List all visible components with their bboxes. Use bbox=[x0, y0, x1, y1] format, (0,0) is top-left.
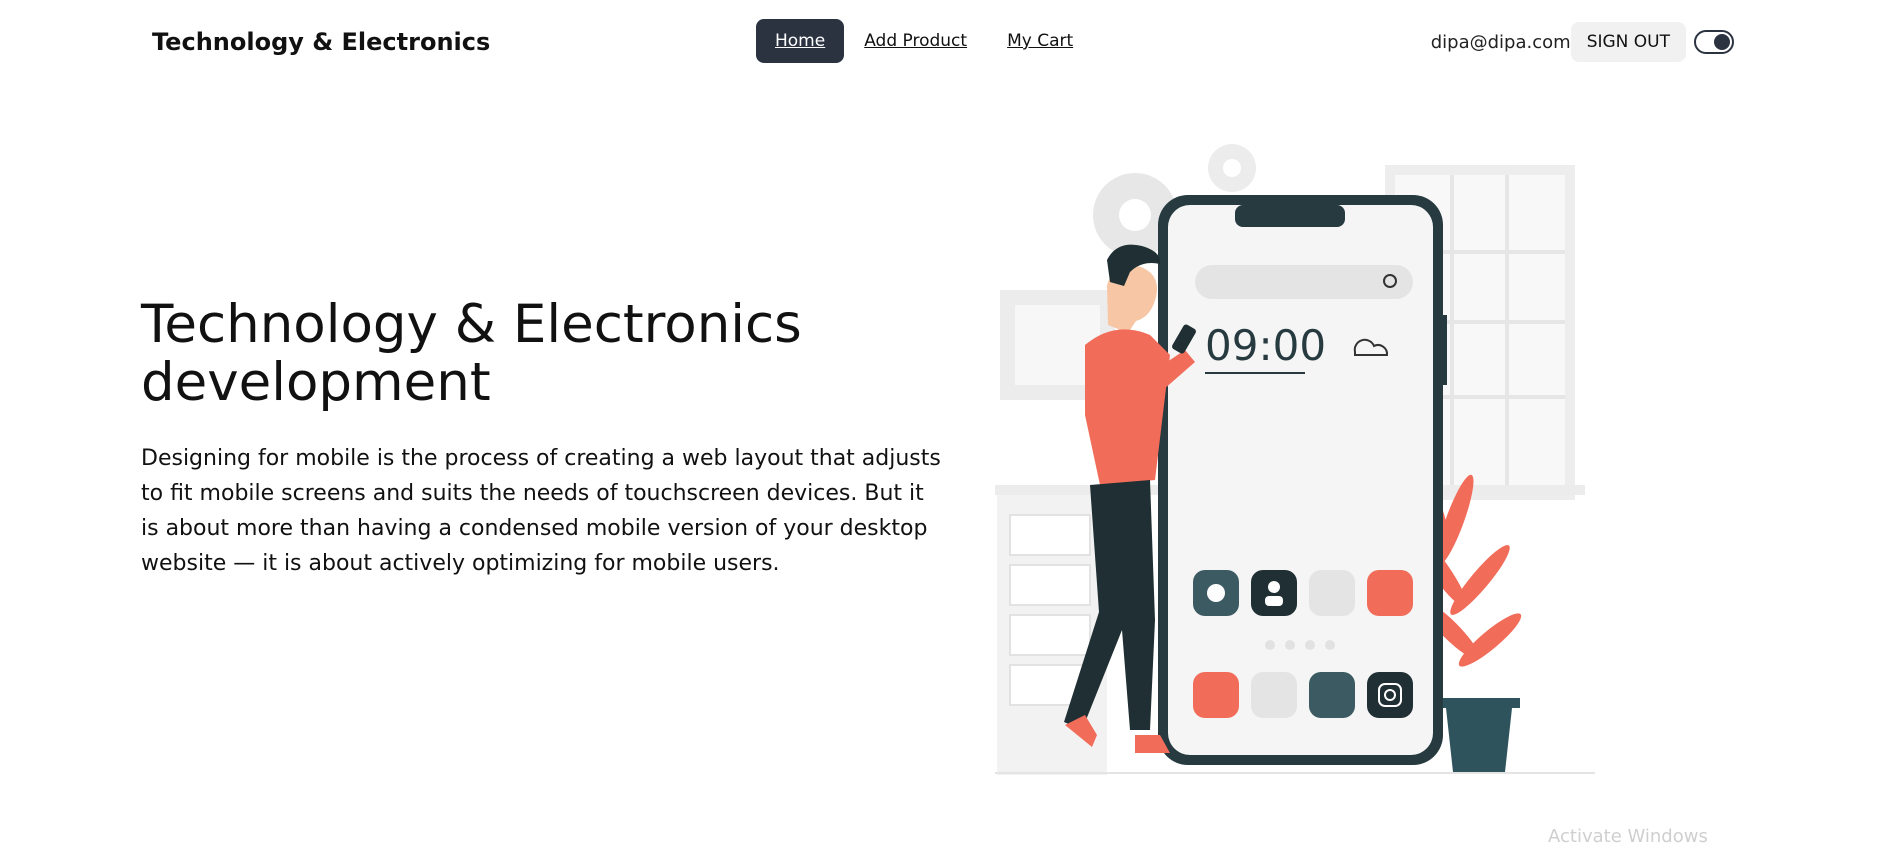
whatsapp-app-icon bbox=[1309, 672, 1355, 718]
instagram-app-icon bbox=[1367, 672, 1413, 718]
search-app-icon bbox=[1251, 672, 1297, 718]
sign-out-button[interactable]: SIGN OUT bbox=[1570, 22, 1686, 62]
phone-clock-text: 09:00 bbox=[1205, 321, 1326, 370]
hero-illustration: 09:00 bbox=[995, 144, 1595, 775]
nav-my-cart-link[interactable]: My Cart bbox=[1007, 31, 1073, 51]
wifi-app-icon bbox=[1367, 570, 1413, 616]
nav-home-link[interactable]: Home bbox=[756, 19, 845, 63]
brand-title[interactable]: Technology & Electronics bbox=[152, 28, 490, 56]
phone-app-icon bbox=[1193, 672, 1239, 718]
hero-description: Designing for mobile is the process of c… bbox=[141, 446, 941, 576]
hero-title: Technology & Electronics development bbox=[141, 294, 802, 413]
user-email: dipa@dipa.com bbox=[1430, 31, 1571, 53]
activate-windows-watermark: Activate Windows bbox=[1548, 826, 1708, 847]
nav-links: Home Add Product My Cart bbox=[756, 19, 1113, 63]
theme-toggle-knob bbox=[1714, 34, 1730, 50]
phone-illustration: 09:00 bbox=[1158, 195, 1447, 765]
nav-add-product-link[interactable]: Add Product bbox=[864, 31, 967, 51]
theme-toggle[interactable] bbox=[1694, 30, 1734, 54]
cloud-app-icon bbox=[1309, 570, 1355, 616]
navbar: Technology & Electronics Home Add Produc… bbox=[0, 0, 1892, 86]
user-area: dipa@dipa.com SIGN OUT bbox=[1431, 22, 1734, 62]
